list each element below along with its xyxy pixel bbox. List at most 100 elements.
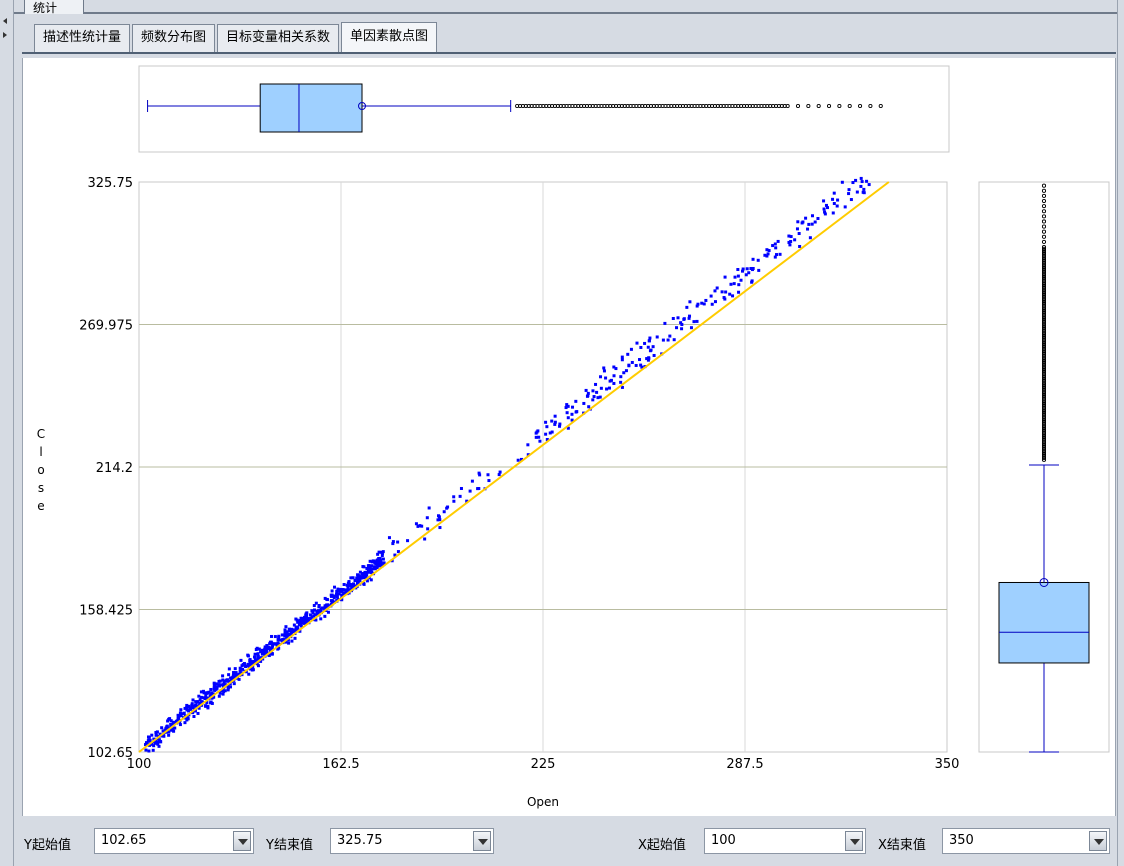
data-point [671, 316, 675, 320]
data-point [634, 363, 638, 367]
data-point [688, 300, 692, 304]
tab-descriptive-stats[interactable]: 描述性统计量 [34, 24, 131, 52]
data-point [624, 369, 628, 373]
data-point [822, 207, 826, 211]
left-splitter[interactable] [0, 0, 14, 866]
data-point [299, 616, 303, 620]
data-point [566, 404, 570, 408]
data-point [323, 614, 327, 618]
data-point [582, 401, 586, 405]
data-point [740, 269, 744, 273]
dropdown-arrow-icon[interactable] [233, 831, 251, 851]
data-point [733, 275, 737, 279]
data-point [188, 707, 192, 711]
data-point [737, 290, 741, 294]
data-point [256, 655, 260, 659]
data-point [183, 721, 187, 725]
data-point [426, 527, 430, 531]
x-tick-label: 350 [935, 757, 960, 772]
data-point [862, 187, 866, 191]
data-point [292, 623, 296, 627]
tab-stats[interactable]: 统计 [24, 0, 84, 15]
data-point [602, 369, 606, 373]
y-axis-title-char: C [37, 427, 45, 441]
dropdown-arrow-icon[interactable] [845, 831, 863, 851]
x-start-select[interactable]: 100 [704, 828, 866, 854]
x-axis-title: Open [527, 795, 559, 809]
data-point [290, 639, 294, 643]
data-point [323, 596, 327, 600]
data-point [831, 211, 835, 215]
data-point [486, 473, 490, 477]
y-start-value: 102.65 [101, 833, 147, 848]
data-point [314, 601, 318, 605]
tab-frequency-distribution[interactable]: 频数分布图 [132, 24, 216, 52]
data-point [192, 715, 196, 719]
x-box [259, 83, 363, 133]
y-start-select[interactable]: 102.65 [94, 828, 254, 854]
data-point [860, 180, 864, 184]
data-point [287, 641, 291, 645]
data-point [807, 222, 811, 226]
data-point [442, 510, 446, 514]
chart-panel: 100 162.5 225 287.5 350 102.65 158.425 214.2 269… [22, 58, 1116, 816]
data-point [222, 681, 226, 685]
data-point [221, 674, 225, 678]
data-point [197, 694, 201, 698]
data-point [570, 412, 574, 416]
y-box [998, 581, 1090, 664]
data-point [295, 625, 299, 629]
y-end-label: Y结束值 [266, 838, 313, 853]
data-point [256, 664, 260, 668]
data-point [773, 242, 777, 246]
data-point [151, 748, 155, 752]
data-point [179, 708, 183, 712]
expand-right-icon[interactable] [3, 32, 7, 38]
data-point [728, 292, 732, 296]
data-point [306, 617, 310, 621]
data-point [155, 730, 159, 734]
data-point [181, 712, 185, 716]
data-point [252, 659, 256, 663]
data-point [797, 232, 801, 236]
data-point [544, 420, 548, 424]
data-point [715, 286, 719, 290]
collapse-left-icon[interactable] [3, 18, 7, 24]
data-point [167, 733, 171, 737]
data-point [284, 625, 288, 629]
data-point [773, 255, 777, 259]
tab-correlation[interactable]: 目标变量相关系数 [217, 24, 340, 52]
data-point [599, 375, 603, 379]
y-end-select[interactable]: 325.75 [330, 828, 494, 854]
data-point [183, 706, 187, 710]
data-point [695, 304, 699, 308]
dropdown-arrow-icon[interactable] [473, 831, 491, 851]
data-point [178, 723, 182, 727]
data-point [816, 216, 820, 220]
data-point [648, 349, 652, 353]
data-point [361, 565, 365, 569]
data-point [544, 432, 548, 436]
data-point [747, 271, 751, 275]
y-axis-title-char: l [39, 445, 42, 459]
tab-single-factor-scatter[interactable]: 单因素散点图 [341, 22, 438, 52]
data-point [477, 471, 481, 475]
data-point [619, 375, 623, 379]
data-point [688, 314, 692, 318]
data-point [626, 352, 630, 356]
data-point [202, 691, 206, 695]
data-point [854, 178, 858, 182]
x-end-select[interactable]: 350 [942, 828, 1110, 854]
data-point [553, 414, 557, 418]
data-point [330, 589, 334, 593]
data-point [526, 443, 530, 447]
tab-divider [22, 52, 1116, 54]
data-point [353, 578, 357, 582]
dropdown-arrow-icon[interactable] [1089, 831, 1107, 851]
data-point [774, 246, 778, 250]
data-point [778, 252, 782, 256]
data-point [630, 360, 634, 364]
data-point [476, 487, 480, 491]
data-point [291, 629, 295, 633]
data-point [680, 327, 684, 331]
